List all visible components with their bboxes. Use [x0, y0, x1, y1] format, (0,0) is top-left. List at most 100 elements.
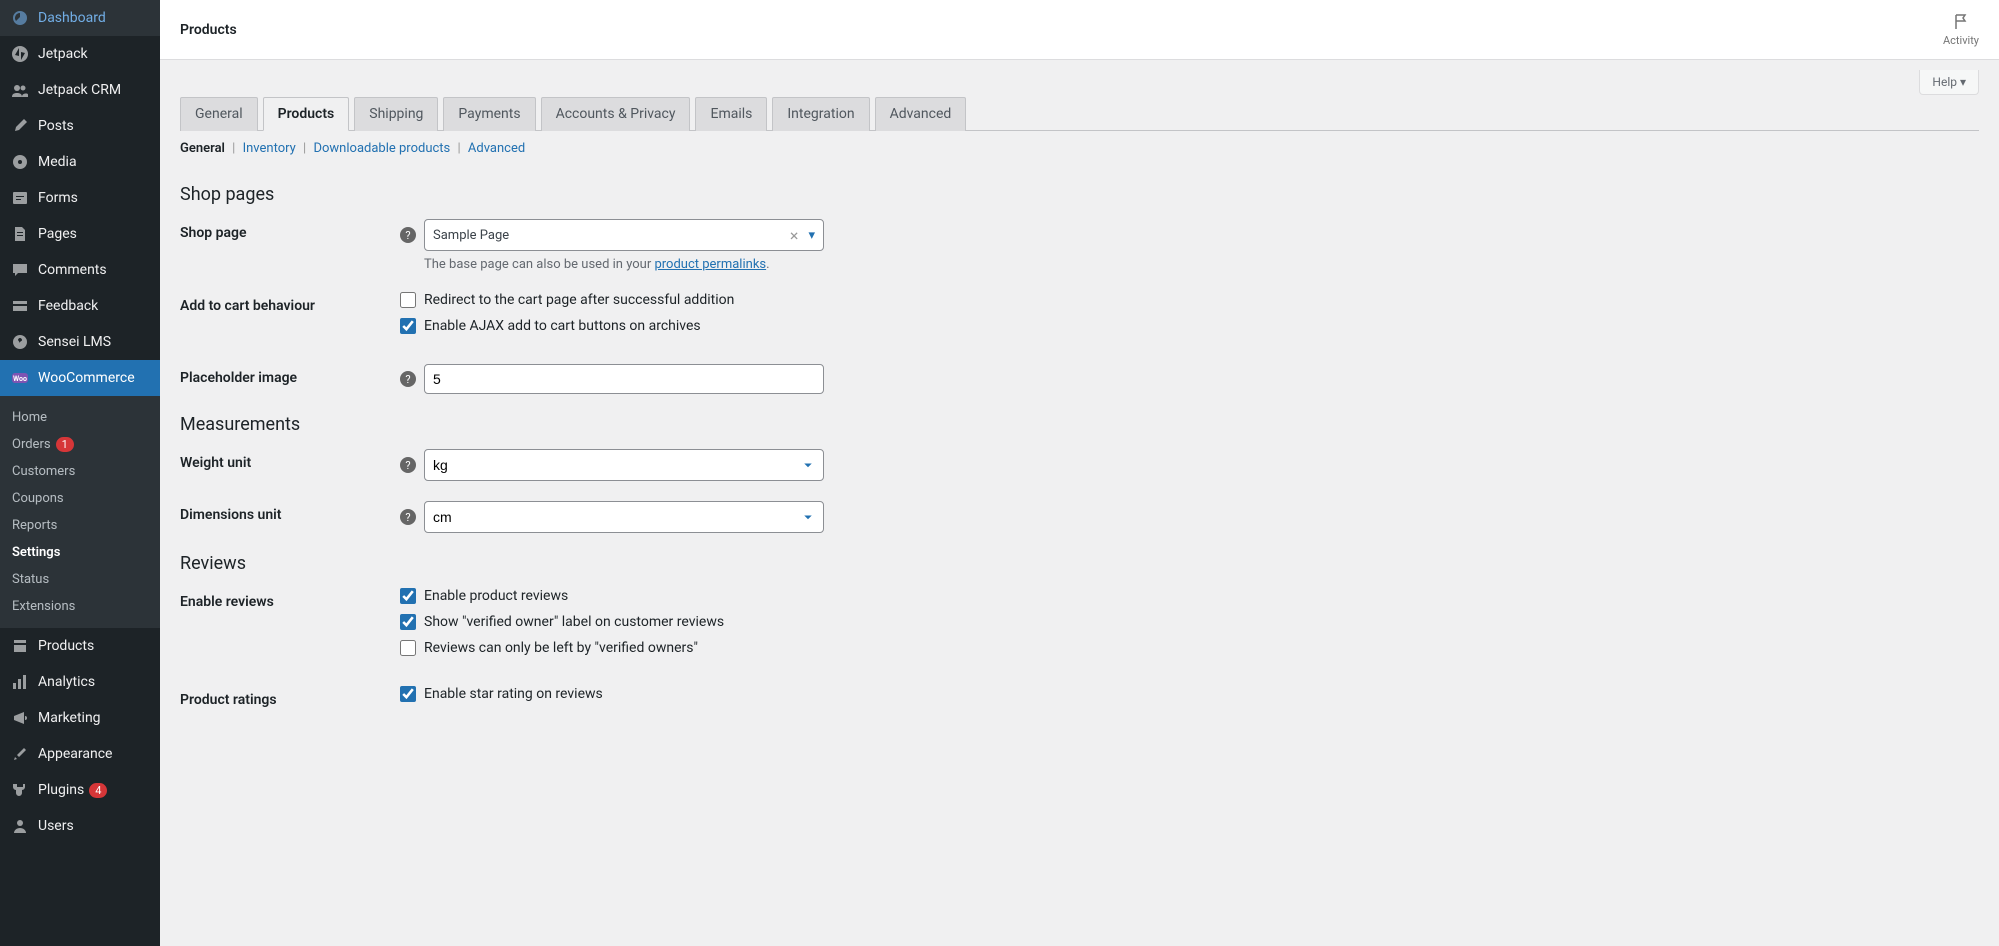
flag-icon [1951, 12, 1971, 32]
sub-item-orders[interactable]: Orders1 [0, 431, 160, 458]
sidebar-item-jetpack-crm[interactable]: Jetpack CRM [0, 72, 160, 108]
analytics-icon [10, 672, 30, 692]
sidebar-label: Sensei LMS [38, 334, 111, 350]
ajax-label[interactable]: Enable AJAX add to cart buttons on archi… [424, 318, 701, 334]
subtab-inventory[interactable]: Inventory [243, 141, 296, 156]
main-content: Products Activity Help ▾ General Product… [160, 0, 1999, 946]
sub-item-home[interactable]: Home [0, 404, 160, 431]
separator: | [457, 141, 460, 156]
pages-icon [10, 224, 30, 244]
shop-page-label: Shop page [180, 219, 400, 241]
sidebar-item-appearance[interactable]: Appearance [0, 736, 160, 772]
sidebar-item-products[interactable]: Products [0, 628, 160, 664]
sidebar-label: Media [38, 154, 77, 170]
section-reviews: Reviews [180, 553, 1979, 574]
sidebar-label: Posts [38, 118, 74, 134]
sidebar-item-media[interactable]: Media [0, 144, 160, 180]
help-icon[interactable]: ? [400, 371, 416, 387]
tab-products[interactable]: Products [263, 97, 350, 131]
sidebar-item-dashboard[interactable]: Dashboard [0, 0, 160, 36]
sidebar-item-sensei[interactable]: Sensei LMS [0, 324, 160, 360]
verified-owner-checkbox[interactable] [400, 614, 416, 630]
sidebar-label: Products [38, 638, 94, 654]
section-measurements: Measurements [180, 414, 1979, 435]
weight-select[interactable]: kg [424, 449, 824, 481]
star-rating-label[interactable]: Enable star rating on reviews [424, 686, 603, 702]
woocommerce-icon: Woo [10, 368, 30, 388]
desc-text: . [766, 257, 769, 272]
verified-owner-label[interactable]: Show "verified owner" label on customer … [424, 614, 724, 630]
sidebar-label: Marketing [38, 710, 101, 726]
jetpack-icon [10, 44, 30, 64]
redirect-checkbox[interactable] [400, 292, 416, 308]
tab-integration[interactable]: Integration [772, 97, 869, 131]
sub-label: Reports [12, 518, 57, 533]
sub-item-extensions[interactable]: Extensions [0, 593, 160, 620]
media-icon [10, 152, 30, 172]
help-icon[interactable]: ? [400, 227, 416, 243]
placeholder-input[interactable] [424, 364, 824, 394]
sidebar-label: Forms [38, 190, 78, 206]
tab-accounts[interactable]: Accounts & Privacy [541, 97, 691, 131]
sidebar-label: Appearance [38, 746, 112, 762]
sidebar-item-comments[interactable]: Comments [0, 252, 160, 288]
sidebar-label: Jetpack [38, 46, 88, 62]
tab-advanced[interactable]: Advanced [875, 97, 967, 131]
sidebar-item-woocommerce[interactable]: Woo WooCommerce [0, 360, 160, 396]
sub-item-status[interactable]: Status [0, 566, 160, 593]
separator: | [303, 141, 306, 156]
sidebar-label: Dashboard [38, 10, 106, 26]
sidebar-item-feedback[interactable]: Feedback [0, 288, 160, 324]
activity-button[interactable]: Activity [1943, 12, 1979, 47]
help-tab[interactable]: Help ▾ [1919, 70, 1979, 95]
sub-item-customers[interactable]: Customers [0, 458, 160, 485]
sidebar-item-pages[interactable]: Pages [0, 216, 160, 252]
tab-payments[interactable]: Payments [443, 97, 535, 131]
sub-item-reports[interactable]: Reports [0, 512, 160, 539]
sub-label: Coupons [12, 491, 64, 506]
appearance-icon [10, 744, 30, 764]
sidebar-label: Pages [38, 226, 77, 242]
sidebar-item-analytics[interactable]: Analytics [0, 664, 160, 700]
sub-item-coupons[interactable]: Coupons [0, 485, 160, 512]
sub-label: Home [12, 410, 47, 425]
subtab-advanced[interactable]: Advanced [468, 141, 525, 156]
sidebar-item-posts[interactable]: Posts [0, 108, 160, 144]
sidebar-label: Feedback [38, 298, 98, 314]
redirect-label[interactable]: Redirect to the cart page after successf… [424, 292, 734, 308]
separator: | [232, 141, 235, 156]
svg-text:Woo: Woo [13, 375, 27, 383]
sidebar-item-plugins[interactable]: Plugins4 [0, 772, 160, 808]
shop-page-description: The base page can also be used in your p… [424, 257, 900, 272]
tab-general[interactable]: General [180, 97, 258, 131]
subtab-downloadable[interactable]: Downloadable products [313, 141, 450, 156]
sub-item-settings[interactable]: Settings [0, 539, 160, 566]
comments-icon [10, 260, 30, 280]
plugins-badge: 4 [89, 783, 107, 798]
clear-icon[interactable]: × [786, 226, 803, 245]
marketing-icon [10, 708, 30, 728]
tab-shipping[interactable]: Shipping [354, 97, 438, 131]
sidebar-item-marketing[interactable]: Marketing [0, 700, 160, 736]
tab-emails[interactable]: Emails [695, 97, 767, 131]
verified-only-checkbox[interactable] [400, 640, 416, 656]
ajax-checkbox[interactable] [400, 318, 416, 334]
sidebar-item-jetpack[interactable]: Jetpack [0, 36, 160, 72]
star-rating-checkbox[interactable] [400, 686, 416, 702]
sub-label: Orders [12, 437, 51, 452]
sidebar-item-forms[interactable]: Forms [0, 180, 160, 216]
enable-reviews-opt-label[interactable]: Enable product reviews [424, 588, 568, 604]
dashboard-icon [10, 8, 30, 28]
enable-reviews-checkbox[interactable] [400, 588, 416, 604]
dimensions-select[interactable]: cm [424, 501, 824, 533]
subtab-general[interactable]: General [180, 141, 225, 156]
verified-only-label[interactable]: Reviews can only be left by "verified ow… [424, 640, 698, 656]
sidebar-item-users[interactable]: Users [0, 808, 160, 844]
help-icon[interactable]: ? [400, 457, 416, 473]
sidebar-label: Comments [38, 262, 107, 278]
help-icon[interactable]: ? [400, 509, 416, 525]
sidebar-label: WooCommerce [38, 370, 135, 386]
permalinks-link[interactable]: product permalinks [654, 257, 766, 272]
enable-reviews-label: Enable reviews [180, 588, 400, 610]
shop-page-select[interactable]: Sample Page × ▾ [424, 219, 824, 251]
